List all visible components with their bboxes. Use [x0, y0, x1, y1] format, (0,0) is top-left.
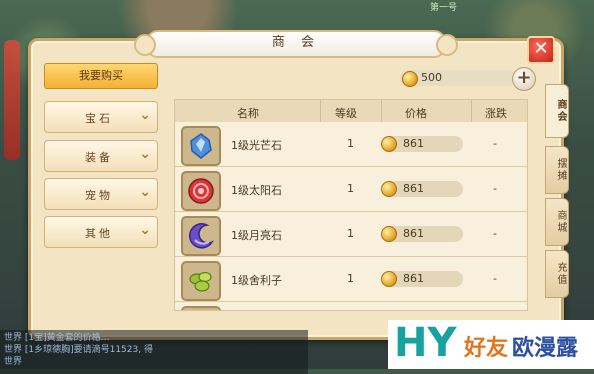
item-change: - [493, 272, 497, 285]
purple-moon-stone-icon [189, 223, 214, 249]
category-gem[interactable]: 宝石 ⌄ [44, 101, 158, 133]
item-price: 861 [403, 137, 424, 150]
watermark-text: 好友 [464, 336, 509, 361]
gold-coin-icon [381, 226, 397, 242]
item-icon-frame [181, 126, 221, 166]
chevron-down-icon: ⌄ [139, 222, 151, 238]
gold-coin-icon [381, 271, 397, 287]
item-price: 861 [403, 182, 424, 195]
table-header: 名称 等级 价格 涨跌 [175, 100, 527, 122]
lantern-decoration [4, 40, 20, 160]
table-row-partial [175, 302, 527, 310]
window-title: 商 会 [134, 30, 458, 58]
item-price: 861 [403, 227, 424, 240]
column-divider [471, 100, 472, 122]
tab-mall[interactable]: 商城 [545, 198, 569, 246]
item-name: 1级月亮石 [231, 229, 282, 242]
tab-stall[interactable]: 摆摊 [545, 146, 569, 194]
item-change: - [493, 182, 497, 195]
add-money-button[interactable]: + [512, 67, 536, 91]
table-row[interactable]: 1级月亮石 1 861 - [175, 212, 527, 257]
gold-coin-icon [402, 71, 418, 87]
item-table: 名称 等级 价格 涨跌 1级光芒石 1 861 - 1级太阳石 1 861 - … [174, 99, 528, 311]
red-sun-stone-icon [188, 178, 214, 204]
green-sarira-icon [189, 271, 212, 292]
background-text: 第一号 [430, 3, 458, 13]
table-row[interactable]: 1级太阳石 1 861 - [175, 167, 527, 212]
column-divider [381, 100, 382, 122]
blue-crystal-gem-icon [190, 133, 212, 159]
close-button[interactable]: ✕ [527, 36, 555, 64]
item-icon-frame [181, 261, 221, 301]
category-label: 其他 [85, 227, 113, 240]
item-name: 1级舍利子 [231, 274, 282, 287]
item-change: - [493, 227, 497, 240]
header-name: 名称 [237, 107, 259, 120]
chat-panel[interactable]: 世界 [1宝]黄金套的价格… 世界 [1乡琼德胸]要请滴号11523, 得 世界 [0, 330, 308, 374]
item-name: 1级光芒石 [231, 139, 282, 152]
chevron-down-icon: ⌄ [139, 107, 151, 123]
header-change: 涨跌 [485, 107, 507, 120]
site-watermark: HY 好友 欧漫露 [388, 320, 594, 369]
item-level: 1 [347, 272, 354, 285]
item-icon-frame [181, 306, 221, 310]
item-icon-frame [181, 171, 221, 211]
buy-button[interactable]: 我要购买 [44, 63, 158, 89]
header-level: 等级 [335, 107, 357, 120]
tab-recharge[interactable]: 充值 [545, 250, 569, 298]
chat-line: 世界 [4, 357, 23, 367]
item-level: 1 [347, 227, 354, 240]
money-value: 500 [421, 71, 442, 84]
category-pet[interactable]: 宠物 ⌄ [44, 178, 158, 210]
category-equipment[interactable]: 装备 ⌄ [44, 140, 158, 172]
chevron-down-icon: ⌄ [139, 184, 151, 200]
watermark-logo: HY [394, 320, 457, 366]
gold-coin-icon [381, 181, 397, 197]
item-name: 1级太阳石 [231, 184, 282, 197]
tab-chamber-of-commerce[interactable]: 商会 [545, 84, 569, 138]
item-icon-frame [181, 216, 221, 256]
category-label: 宝石 [85, 112, 113, 125]
table-row[interactable]: 1级光芒石 1 861 - [175, 122, 527, 167]
column-divider [320, 100, 321, 122]
item-level: 1 [347, 182, 354, 195]
chat-line: 世界 [1宝]黄金套的价格… [4, 333, 110, 343]
gold-coin-icon [381, 136, 397, 152]
table-row[interactable]: 1级舍利子 1 861 - [175, 257, 527, 302]
item-level: 1 [347, 137, 354, 150]
chat-line: 世界 [1乡琼德胸]要请滴号11523, 得 [4, 345, 153, 355]
item-price: 861 [403, 272, 424, 285]
category-other[interactable]: 其他 ⌄ [44, 216, 158, 248]
item-change: - [493, 137, 497, 150]
watermark-text: 欧漫露 [512, 336, 579, 361]
category-label: 装备 [85, 151, 113, 164]
header-price: 价格 [405, 107, 427, 120]
chevron-down-icon: ⌄ [139, 146, 151, 162]
category-label: 宠物 [85, 189, 113, 202]
